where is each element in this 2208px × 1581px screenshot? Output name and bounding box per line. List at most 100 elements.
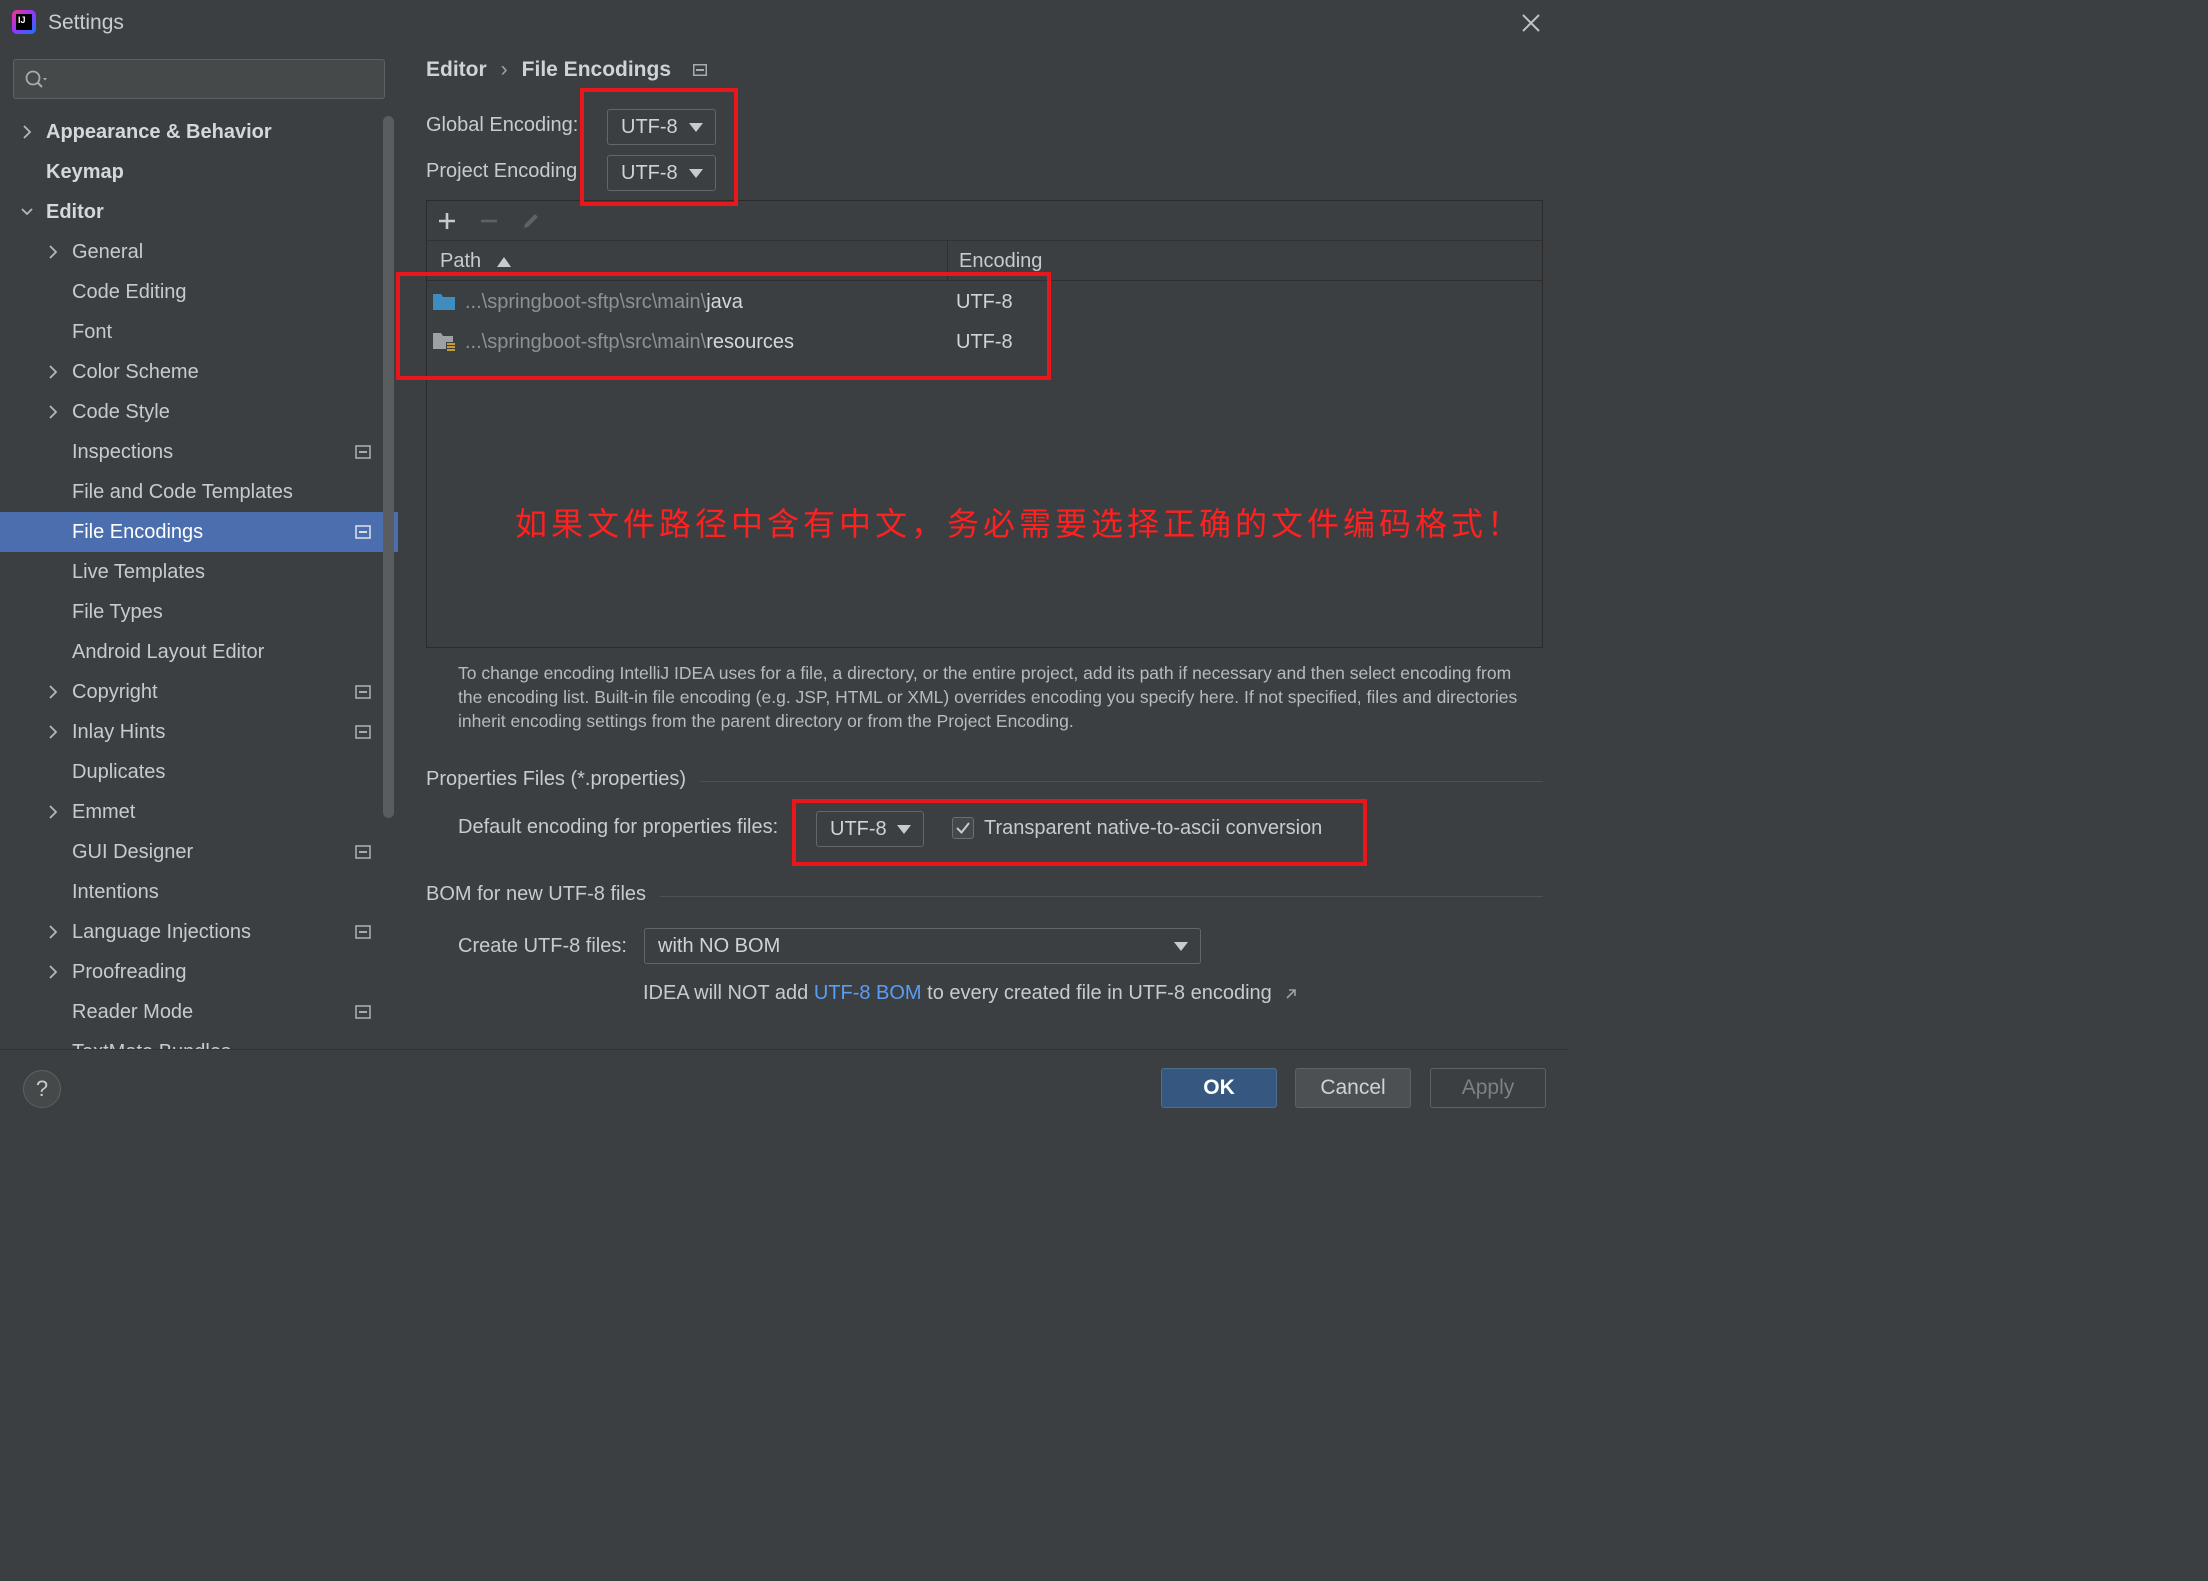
path-name: resources: [706, 331, 795, 353]
sidebar-item-label: Android Layout Editor: [72, 641, 265, 663]
sidebar-item-copyright[interactable]: Copyright: [0, 672, 398, 712]
help-button[interactable]: ?: [23, 1070, 61, 1108]
chevron-down-icon: [1174, 942, 1188, 951]
column-divider[interactable]: [947, 241, 948, 281]
breadcrumb-separator: ›: [500, 58, 508, 81]
chevron-right-icon[interactable]: [46, 804, 60, 820]
sidebar-item-file-and-code-templates[interactable]: File and Code Templates: [0, 472, 398, 512]
sidebar-item-label: Duplicates: [72, 761, 166, 783]
properties-encoding-value: UTF-8: [830, 818, 887, 840]
global-encoding-select[interactable]: UTF-8: [607, 109, 716, 145]
encoding-cell[interactable]: UTF-8: [956, 282, 1013, 322]
properties-encoding-select[interactable]: UTF-8: [816, 811, 924, 847]
path-cell: ...\springboot-sftp\src\main\resources: [465, 322, 794, 362]
table-row[interactable]: ...\springboot-sftp\src\main\java UTF-8: [427, 282, 1542, 322]
project-scope-icon: [355, 445, 371, 459]
sidebar-scrollbar[interactable]: [383, 116, 394, 818]
sidebar-item-keymap[interactable]: Keymap: [0, 152, 398, 192]
sidebar-item-label: File Encodings: [72, 521, 204, 543]
sidebar-item-appearance-behavior[interactable]: Appearance & Behavior: [0, 112, 398, 152]
encoding-cell[interactable]: UTF-8: [956, 322, 1013, 362]
sidebar-item-label: File and Code Templates: [72, 481, 293, 503]
search-input[interactable]: [13, 59, 385, 99]
sidebar-item-label: Color Scheme: [72, 361, 199, 383]
sidebar-item-label: Font: [72, 321, 113, 343]
settings-tree: Appearance & Behavior Keymap Editor General…: [0, 112, 398, 1049]
settings-content: Editor › File Encodings Global Encoding:…: [396, 46, 1568, 1049]
sidebar-item-proofreading[interactable]: Proofreading: [0, 952, 398, 992]
sidebar-item-editor[interactable]: Editor: [0, 192, 398, 232]
project-scope-icon: [355, 845, 371, 859]
chevron-right-icon[interactable]: [46, 364, 60, 380]
external-link-icon[interactable]: [1285, 988, 1297, 1000]
column-header-path-label: Path: [440, 250, 482, 272]
sidebar-item-intentions[interactable]: Intentions: [0, 872, 398, 912]
ok-button[interactable]: OK: [1161, 1068, 1277, 1108]
sidebar-item-label: Language Injections: [72, 921, 252, 943]
sidebar-item-file-encodings[interactable]: File Encodings: [0, 512, 398, 552]
project-scope-icon: [355, 725, 371, 739]
global-encoding-label: Global Encoding:: [426, 114, 579, 136]
chevron-right-icon[interactable]: [46, 964, 60, 980]
chevron-right-icon[interactable]: [46, 404, 60, 420]
transparent-conversion-label[interactable]: Transparent native-to-ascii conversion: [984, 817, 1322, 840]
sidebar-item-gui-designer[interactable]: GUI Designer: [0, 832, 398, 872]
sidebar-item-label: General: [72, 241, 144, 263]
sidebar-item-font[interactable]: Font: [0, 312, 398, 352]
breadcrumb-current: File Encodings: [521, 58, 672, 81]
sort-ascending-icon: [496, 256, 511, 267]
sidebar-item-label: TextMate Bundles: [72, 1032, 231, 1049]
chevron-down-icon[interactable]: [20, 204, 34, 220]
edit-pencil-icon[interactable]: [520, 210, 542, 232]
sidebar-item-inspections[interactable]: Inspections: [0, 432, 398, 472]
cancel-button[interactable]: Cancel: [1295, 1068, 1411, 1108]
settings-sidebar: Appearance & Behavior Keymap Editor General…: [0, 46, 398, 1049]
global-encoding-value: UTF-8: [621, 116, 678, 138]
chevron-right-icon[interactable]: [46, 244, 60, 260]
window-title: Settings: [48, 11, 124, 34]
path-cell: ...\springboot-sftp\src\main\java: [465, 282, 743, 322]
properties-group-title: Properties Files (*.properties): [426, 768, 687, 790]
sidebar-item-inlay-hints[interactable]: Inlay Hints: [0, 712, 398, 752]
project-encoding-select[interactable]: UTF-8: [607, 155, 716, 191]
path-encoding-table: Path Encoding ...\springboot-sftp\src\ma…: [426, 200, 1543, 648]
bom-hint-after: to every created file in UTF-8 encoding: [921, 982, 1272, 1004]
sidebar-item-reader-mode[interactable]: Reader Mode: [0, 992, 398, 1032]
project-encoding-label: Project Encoding: [426, 160, 578, 182]
sidebar-item-color-scheme[interactable]: Color Scheme: [0, 352, 398, 392]
sidebar-item-live-templates[interactable]: Live Templates: [0, 552, 398, 592]
chevron-right-icon[interactable]: [20, 124, 34, 140]
sidebar-item-duplicates[interactable]: Duplicates: [0, 752, 398, 792]
column-header-path[interactable]: Path: [440, 241, 511, 281]
transparent-conversion-checkbox[interactable]: [952, 817, 974, 839]
sidebar-item-label: File Types: [72, 601, 163, 623]
create-utf8-label: Create UTF-8 files:: [458, 935, 627, 957]
sidebar-item-code-style[interactable]: Code Style: [0, 392, 398, 432]
sidebar-item-label: Inlay Hints: [72, 721, 166, 743]
sidebar-item-textmate-bundles[interactable]: TextMate Bundles: [0, 1032, 398, 1049]
chevron-right-icon[interactable]: [46, 924, 60, 940]
encoding-description: To change encoding IntelliJ IDEA uses fo…: [458, 663, 1518, 731]
sidebar-item-android-layout-editor[interactable]: Android Layout Editor: [0, 632, 398, 672]
sidebar-item-label: Intentions: [72, 881, 159, 903]
add-icon[interactable]: [436, 210, 458, 232]
utf8-bom-link[interactable]: UTF-8 BOM: [814, 982, 922, 1004]
table-row[interactable]: ...\springboot-sftp\src\main\resources U…: [427, 322, 1542, 362]
sidebar-item-code-editing[interactable]: Code Editing: [0, 272, 398, 312]
sidebar-item-language-injections[interactable]: Language Injections: [0, 912, 398, 952]
column-header-encoding[interactable]: Encoding: [959, 241, 1042, 281]
apply-button[interactable]: Apply: [1430, 1068, 1546, 1108]
chevron-right-icon[interactable]: [46, 684, 60, 700]
chevron-right-icon[interactable]: [46, 724, 60, 740]
project-scope-icon: [355, 685, 371, 699]
sidebar-item-emmet[interactable]: Emmet: [0, 792, 398, 832]
sidebar-item-file-types[interactable]: File Types: [0, 592, 398, 632]
close-icon[interactable]: [1520, 12, 1542, 34]
remove-icon[interactable]: [478, 210, 500, 232]
project-encoding-value: UTF-8: [621, 162, 678, 184]
bom-select[interactable]: with NO BOM: [644, 928, 1201, 964]
sidebar-item-general[interactable]: General: [0, 232, 398, 272]
project-scope-icon: [355, 525, 371, 539]
breadcrumb-parent[interactable]: Editor: [426, 58, 487, 82]
app-icon-text: IJ: [18, 15, 26, 25]
